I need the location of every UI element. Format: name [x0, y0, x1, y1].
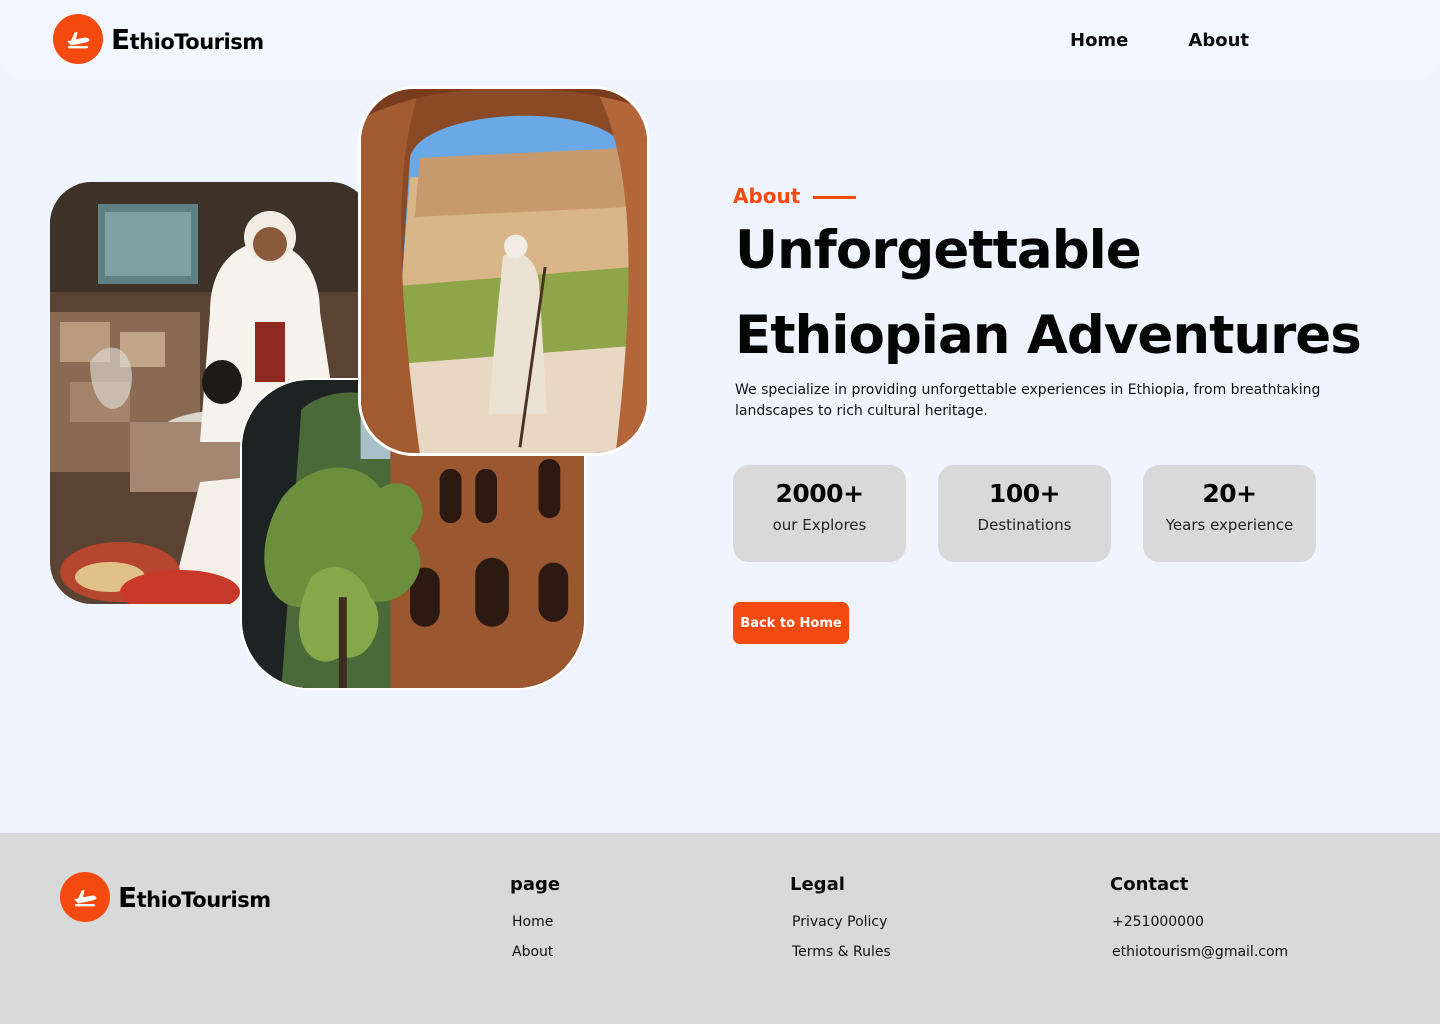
- hero-description: We specialize in providing unforgettable…: [735, 382, 1321, 419]
- section-eyebrow: About: [733, 184, 857, 208]
- footer-brand-logo[interactable]: EthioTourism: [60, 872, 271, 922]
- stat-label: Destinations: [977, 516, 1072, 534]
- hero-title: Unforgettable Ethiopian Adventures: [735, 208, 1425, 378]
- footer-terms-link[interactable]: Terms & Rules: [792, 943, 891, 973]
- cave-monk-photo: [358, 86, 650, 456]
- stat-card-destinations: 100+ Destinations: [938, 465, 1111, 562]
- footer-legal-heading: Legal: [790, 874, 845, 895]
- stat-card-experience: 20+ Years experience: [1143, 465, 1316, 562]
- footer-home-link[interactable]: Home: [512, 913, 560, 943]
- stat-value: 2000+: [775, 479, 864, 508]
- stat-card-explorers: 2000+ our Explores: [733, 465, 906, 562]
- nav-home-link[interactable]: Home: [1070, 30, 1128, 51]
- hero-title-line2: Ethiopian Adventures: [735, 305, 1362, 366]
- brand-name: EthioTourism: [111, 22, 264, 56]
- back-to-home-button[interactable]: Back to Home: [733, 602, 849, 644]
- footer-page-heading: page: [510, 874, 561, 895]
- footer-email-link[interactable]: ethiotourism@gmail.com: [1112, 943, 1288, 973]
- hero-title-line1: Unforgettable: [735, 220, 1142, 281]
- eyebrow-label: About: [733, 184, 801, 208]
- stat-value: 100+: [988, 479, 1061, 508]
- footer-contact-heading: Contact: [1110, 874, 1189, 895]
- airplane-icon: [53, 14, 103, 64]
- main-nav: Home About: [1070, 30, 1249, 51]
- stats-row: 2000+ our Explores 100+ Destinations 20+…: [733, 465, 1316, 562]
- top-header: EthioTourism Home About: [0, 0, 1440, 80]
- footer-page-column: page Home About: [510, 874, 560, 973]
- footer-privacy-link[interactable]: Privacy Policy: [792, 913, 891, 943]
- footer-about-link[interactable]: About: [512, 943, 560, 973]
- airplane-icon: [60, 872, 110, 922]
- eyebrow-rule: [813, 195, 857, 199]
- site-footer: EthioTourism page Home About Legal Priva…: [0, 833, 1440, 1024]
- stat-label: Years experience: [1165, 516, 1294, 534]
- footer-contact-column: Contact +251000000 ethiotourism@gmail.co…: [1110, 874, 1288, 973]
- nav-about-link[interactable]: About: [1188, 30, 1249, 51]
- stat-value: 20+: [1202, 479, 1257, 508]
- footer-phone: +251000000: [1112, 914, 1204, 930]
- brand-name: EthioTourism: [118, 880, 271, 914]
- stat-label: our Explores: [772, 516, 867, 534]
- footer-legal-column: Legal Privacy Policy Terms & Rules: [790, 874, 891, 973]
- brand-logo[interactable]: EthioTourism: [53, 14, 264, 64]
